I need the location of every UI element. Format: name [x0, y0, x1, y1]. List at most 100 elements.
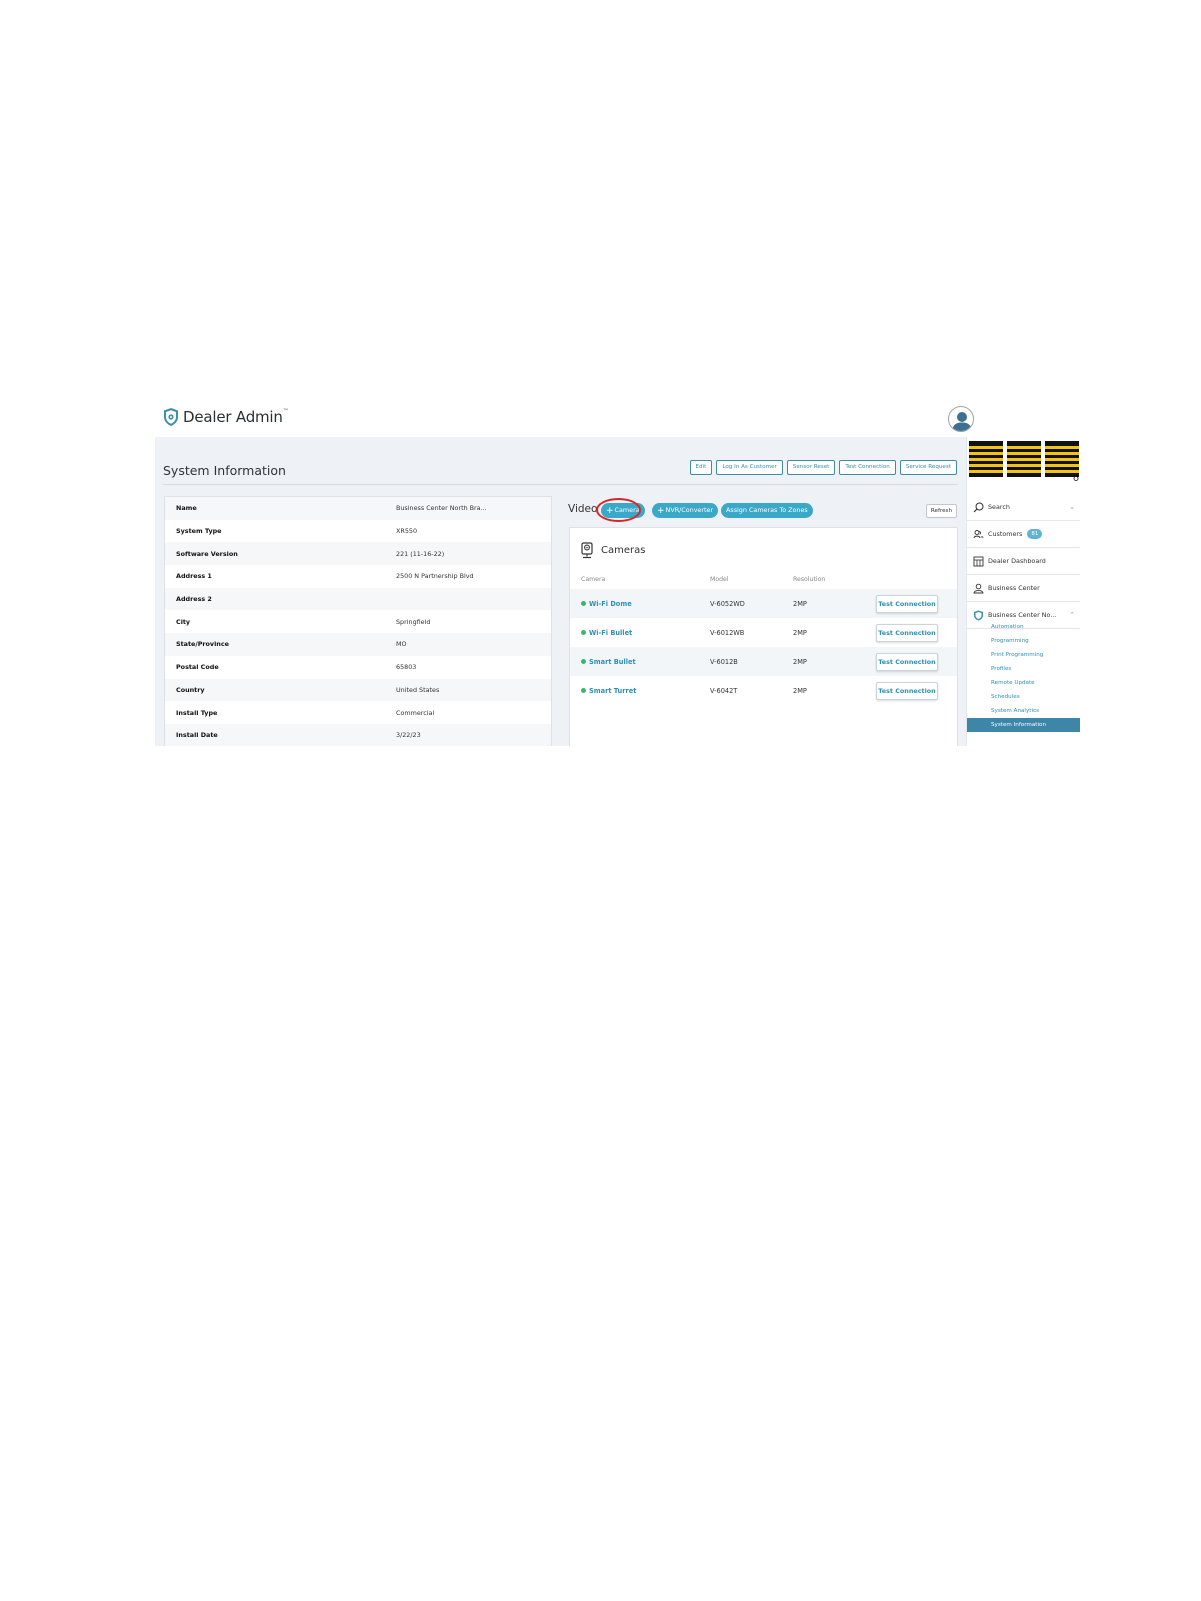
camera-test-connection-button[interactable]: Test Connection: [876, 595, 938, 613]
camera-model: V-6042T: [710, 686, 738, 695]
sidebar-item-business-center[interactable]: Business Center: [967, 575, 1080, 602]
sidebar-item-label: Dealer Dashboard: [988, 557, 1046, 565]
sidebar-item-search[interactable]: Search ⌄: [967, 494, 1080, 521]
cameras-title: Cameras: [601, 545, 646, 556]
info-row-country: Country United States: [165, 678, 551, 702]
info-value: XR550: [396, 527, 418, 536]
service-request-button[interactable]: Service Request: [899, 460, 957, 475]
cameras-heading: Cameras: [581, 542, 645, 559]
chevron-down-icon: ⌄: [1069, 503, 1075, 511]
user-avatar-icon[interactable]: [948, 406, 974, 432]
info-value: 65803: [396, 663, 417, 672]
user-icon: [973, 583, 984, 593]
info-value: 2500 N Partnership Blvd: [396, 572, 474, 581]
submenu-item-remote-update[interactable]: Remote Update: [967, 676, 1080, 690]
column-header-model: Model: [710, 576, 729, 583]
sidebar-item-label: Business Center No...: [988, 611, 1057, 619]
camera-icon: [581, 542, 593, 559]
camera-row: Smart Bullet V-6012B 2MP Test Connection: [570, 647, 957, 676]
video-label: Video: [568, 503, 598, 515]
info-row-postal-code: Postal Code 65803: [165, 656, 551, 679]
highlight-annotation: [596, 498, 641, 522]
online-status-icon: [581, 601, 586, 606]
camera-row: Wi-Fi Bullet V-6012WB 2MP Test Connectio…: [570, 618, 957, 647]
camera-test-connection-button[interactable]: Test Connection: [876, 682, 938, 700]
info-label: Address 1: [176, 572, 212, 581]
info-label: Country: [176, 685, 205, 694]
camera-resolution: 2MP: [793, 686, 807, 695]
sidebar-item-dealer-dashboard[interactable]: Dealer Dashboard: [967, 548, 1080, 575]
info-value: 221 (11-16-22): [396, 549, 445, 558]
camera-model: V-6012WB: [710, 628, 745, 637]
camera-name-link[interactable]: Wi-Fi Dome: [581, 600, 632, 608]
add-nvr-converter-button[interactable]: +NVR/Converter: [652, 503, 719, 518]
brand[interactable]: Dealer Admin™: [163, 407, 289, 427]
sidebar-item-label: Search: [988, 503, 1010, 511]
info-value: 3/22/23: [396, 731, 421, 740]
cameras-panel: Cameras Camera Model Resolution Wi-Fi Do…: [569, 527, 958, 746]
info-row-system-type: System Type XR550: [165, 520, 551, 543]
plus-icon: +: [657, 506, 665, 516]
assign-cameras-to-zones-button[interactable]: Assign Cameras To Zones: [721, 503, 813, 518]
refresh-button[interactable]: Refresh: [925, 504, 957, 518]
camera-model: V-6052WD: [710, 599, 745, 608]
log-in-as-customer-button[interactable]: Log In As Customer: [716, 460, 783, 475]
camera-list: Wi-Fi Dome V-6052WD 2MP Test Connection …: [570, 589, 957, 705]
info-row-software-version: Software Version 221 (11-16-22): [165, 542, 551, 566]
page-actions: Edit Log In As Customer Sensor Reset Tes…: [689, 460, 957, 475]
submenu-item-print-programming[interactable]: Print Programming: [967, 648, 1080, 662]
sidebar-item-customers[interactable]: Customers 81: [967, 521, 1080, 548]
chevron-up-icon: ⌃: [1069, 611, 1075, 619]
customers-icon: [973, 529, 984, 538]
info-row-city: City Springfield: [165, 610, 551, 633]
info-label: State/Province: [176, 640, 229, 649]
camera-name-link[interactable]: Smart Turret: [581, 687, 636, 695]
info-label: Install Date: [176, 731, 218, 740]
info-row-name: Name Business Center North Bra...: [165, 497, 551, 520]
info-label: Software Version: [176, 549, 238, 558]
info-row-install-date: Install Date 3/22/23: [165, 723, 551, 746]
camera-model: V-6012B: [710, 657, 738, 666]
camera-name-link[interactable]: Wi-Fi Bullet: [581, 629, 632, 637]
camera-resolution: 2MP: [793, 628, 807, 637]
sidebar: Search ⌄ Customers 81 Dealer Dashboard B…: [966, 437, 1080, 746]
online-status-icon: [581, 659, 586, 664]
info-label: System Type: [176, 527, 222, 536]
info-label: Install Type: [176, 708, 218, 717]
info-value: Springfield: [396, 617, 431, 626]
sidebar-item-label: Business Center: [988, 584, 1040, 592]
dashboard-icon: [973, 556, 984, 566]
camera-row: Smart Turret V-6042T 2MP Test Connection: [570, 676, 957, 705]
page-title: System Information: [163, 463, 286, 478]
info-row-address-1: Address 1 2500 N Partnership Blvd: [165, 565, 551, 588]
edit-button[interactable]: Edit: [689, 460, 713, 475]
top-bar: Dealer Admin™: [155, 398, 1080, 437]
submenu-item-programming[interactable]: Programming: [967, 634, 1080, 648]
add-nvr-label: NVR/Converter: [665, 506, 714, 514]
system-info-table: Name Business Center North Bra... System …: [164, 496, 552, 746]
camera-test-connection-button[interactable]: Test Connection: [876, 653, 938, 671]
submenu-item-system-information[interactable]: System Information: [967, 718, 1080, 732]
info-row-state: State/Province MO: [165, 633, 551, 656]
info-label: Address 2: [176, 595, 212, 604]
title-divider: [163, 484, 958, 485]
submenu-item-schedules[interactable]: Schedules: [967, 690, 1080, 704]
shield-icon: [974, 610, 983, 620]
online-status-icon: [581, 630, 586, 635]
camera-name-link[interactable]: Smart Bullet: [581, 658, 636, 666]
camera-resolution: 2MP: [793, 657, 807, 666]
submenu-item-system-analytics[interactable]: System Analytics: [967, 704, 1080, 718]
column-header-camera: Camera: [581, 576, 606, 583]
info-label: Postal Code: [176, 663, 219, 672]
camera-test-connection-button[interactable]: Test Connection: [876, 624, 938, 642]
info-row-install-type: Install Type Commercial: [165, 701, 551, 724]
submenu-item-profiles[interactable]: Profiles: [967, 662, 1080, 676]
camera-row: Wi-Fi Dome V-6052WD 2MP Test Connection: [570, 589, 957, 618]
submenu-item-automation[interactable]: Automation: [967, 620, 1080, 634]
info-value: Business Center North Bra...: [396, 504, 487, 513]
customers-count-badge: 81: [1027, 529, 1043, 539]
dmp-logo: [969, 441, 1079, 481]
test-connection-button[interactable]: Test Connection: [839, 460, 896, 475]
info-label: City: [176, 617, 191, 626]
sensor-reset-button[interactable]: Sensor Reset: [786, 460, 836, 475]
